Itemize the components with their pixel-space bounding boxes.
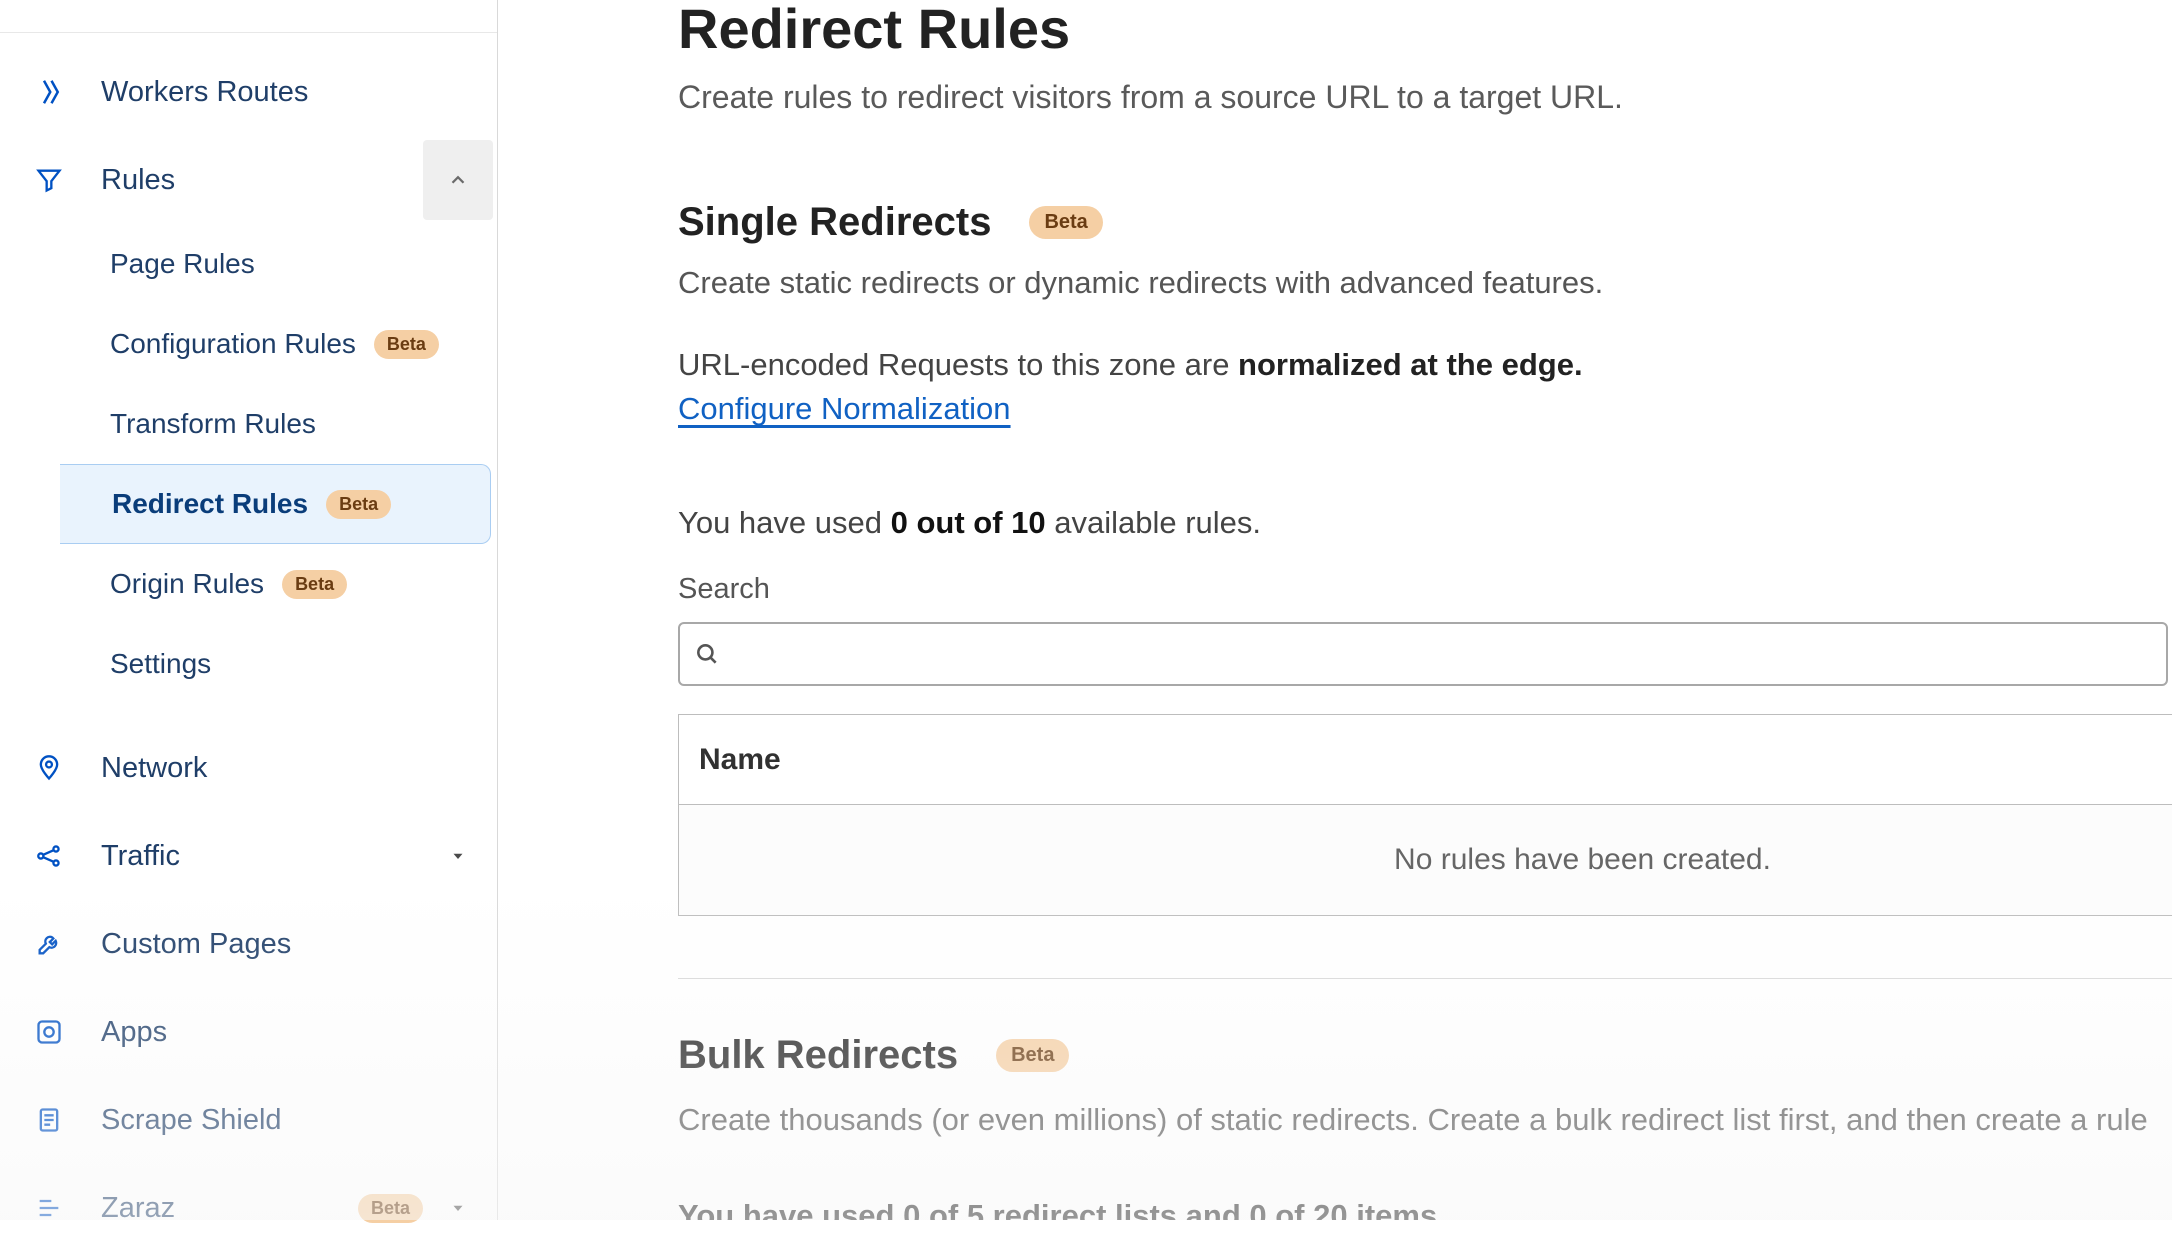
main-content: Redirect Rules Create rules to redirect … [498, 0, 2172, 1220]
caret-down-icon[interactable] [423, 1168, 493, 1248]
sidebar-sub-label: Transform Rules [110, 408, 316, 440]
sidebar-item-network[interactable]: Network [0, 724, 497, 812]
table-empty-message: No rules have been created. [679, 805, 2172, 915]
sidebar-label: Custom Pages [101, 928, 497, 961]
beta-badge: Beta [282, 570, 347, 599]
apps-icon [33, 1016, 65, 1048]
zaraz-icon [33, 1192, 65, 1224]
beta-badge: Beta [358, 1194, 423, 1223]
sidebar-item-scrape-shield[interactable]: Scrape Shield [0, 1076, 497, 1164]
beta-badge: Beta [996, 1039, 1069, 1072]
bulk-redirects-description: Create thousands (or even millions) of s… [678, 1102, 2172, 1138]
sidebar-label: Network [101, 752, 497, 785]
sidebar-label: Apps [101, 1016, 497, 1049]
pin-icon [33, 752, 65, 784]
section-title: Bulk Redirects [678, 1033, 958, 1078]
sidebar-label: Rules [101, 164, 423, 197]
rules-table: Name No rules have been created. [678, 714, 2172, 916]
beta-badge: Beta [374, 330, 439, 359]
rules-usage: You have used 0 out of 10 available rule… [678, 505, 2172, 541]
sidebar-item-workers-routes[interactable]: Workers Routes [0, 48, 497, 136]
single-redirects-description: Create static redirects or dynamic redir… [678, 265, 2172, 301]
nodes-icon [33, 840, 65, 872]
table-header-name: Name [679, 715, 2172, 805]
search-label: Search [678, 573, 2172, 606]
sidebar-item-transform-rules[interactable]: Transform Rules [0, 384, 497, 464]
sidebar-sub-label: Settings [110, 648, 211, 680]
configure-normalization-link[interactable]: Configure Normalization [678, 391, 1011, 427]
search-box[interactable] [678, 622, 2168, 686]
sidebar-item-origin-rules[interactable]: Origin Rules Beta [0, 544, 497, 624]
sidebar-item-traffic[interactable]: Traffic [0, 812, 497, 900]
caret-down-icon[interactable] [423, 816, 493, 896]
document-icon [33, 1104, 65, 1136]
sidebar-item-configuration-rules[interactable]: Configuration Rules Beta [0, 304, 497, 384]
sidebar-sub-label: Configuration Rules [110, 328, 356, 360]
sidebar-item-page-rules[interactable]: Page Rules [0, 224, 497, 304]
beta-badge: Beta [326, 490, 391, 519]
search-icon [694, 641, 720, 667]
sidebar-sub-label: Redirect Rules [112, 488, 308, 520]
normalization-status: URL-encoded Requests to this zone are no… [678, 347, 2172, 383]
sidebar-sub-label: Page Rules [110, 248, 255, 280]
section-divider [678, 978, 2172, 979]
sidebar-item-zaraz[interactable]: Zaraz Beta [0, 1164, 497, 1252]
sidebar-label: Scrape Shield [101, 1104, 497, 1137]
sidebar-item-rules[interactable]: Rules [0, 136, 497, 224]
page-subtitle: Create rules to redirect visitors from a… [678, 79, 2172, 116]
single-redirects-heading: Single Redirects Beta [678, 200, 2172, 245]
chevron-up-icon[interactable] [423, 140, 493, 220]
workers-icon [33, 76, 65, 108]
sidebar: Workers Routes Rules Page Rules Configur… [0, 0, 498, 1220]
sidebar-item-apps[interactable]: Apps [0, 988, 497, 1076]
page-title: Redirect Rules [678, 0, 2172, 61]
bulk-redirects-heading: Bulk Redirects Beta [678, 1033, 2172, 1078]
search-input[interactable] [732, 639, 2152, 670]
bulk-usage: You have used 0 of 5 redirect lists and … [678, 1198, 2172, 1220]
sidebar-item-rules-settings[interactable]: Settings [0, 624, 497, 704]
sidebar-label: Traffic [101, 840, 423, 873]
sidebar-sub-label: Origin Rules [110, 568, 264, 600]
wrench-icon [33, 928, 65, 960]
funnel-icon [33, 164, 65, 196]
section-title: Single Redirects [678, 200, 991, 245]
sidebar-label: Workers Routes [101, 76, 497, 109]
sidebar-item-redirect-rules[interactable]: Redirect Rules Beta [60, 464, 491, 544]
sidebar-item-custom-pages[interactable]: Custom Pages [0, 900, 497, 988]
beta-badge: Beta [1029, 206, 1102, 239]
